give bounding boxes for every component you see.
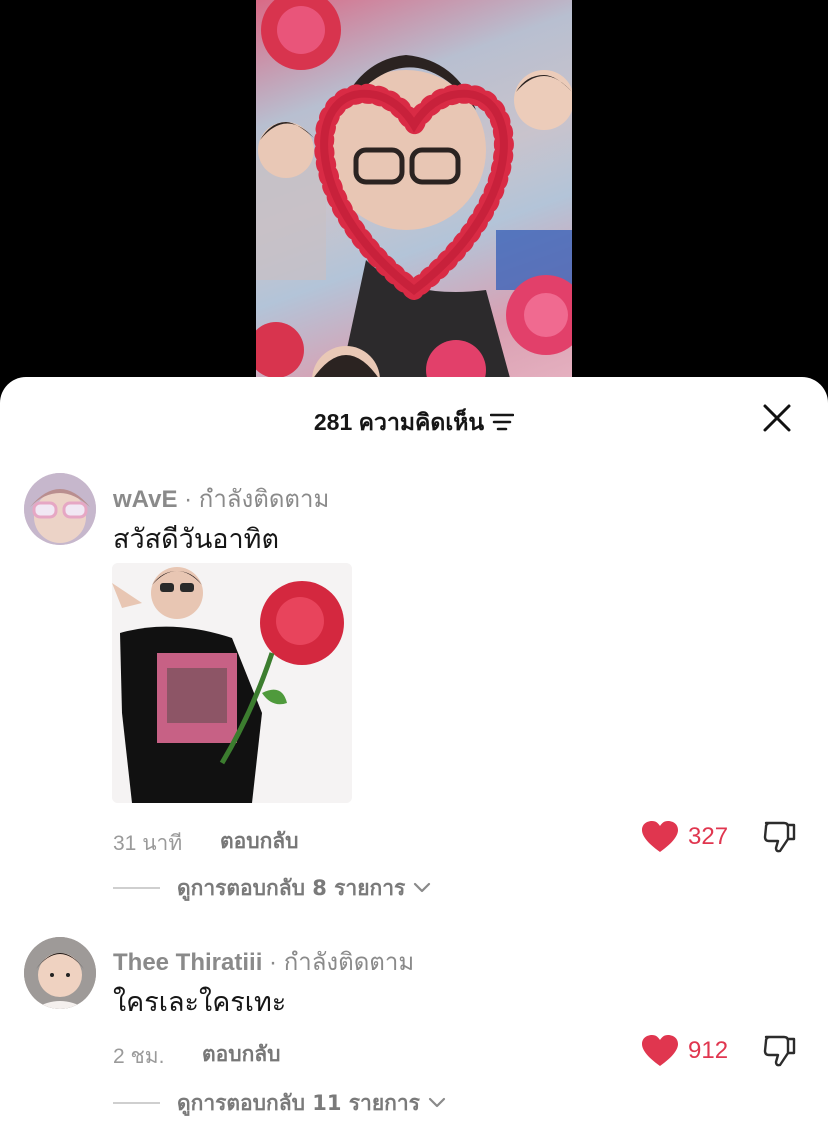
comment-time: 2 ชม. xyxy=(113,1045,165,1068)
dislike-icon[interactable] xyxy=(762,819,798,855)
chevron-down-icon xyxy=(414,882,431,893)
avatar[interactable] xyxy=(24,473,96,545)
comment-text: สวัสดีวันอาทิต xyxy=(113,524,279,555)
comment-count-label: 281 ความคิดเห็น xyxy=(313,409,485,435)
heart-icon xyxy=(642,1035,678,1066)
like-button[interactable]: 912 xyxy=(642,1034,728,1068)
dislike-icon[interactable] xyxy=(762,1033,798,1069)
comments-sheet: 281 ความคิดเห็น wAvE · กำลังติดตาม สวัสด… xyxy=(0,377,828,1145)
divider xyxy=(113,1102,160,1104)
comment-count-title: 281 ความคิดเห็น xyxy=(0,405,828,441)
avatar-image xyxy=(24,473,96,545)
author-name[interactable]: Thee Thiratiii xyxy=(113,949,262,976)
view-replies-button[interactable]: ดูการตอบกลับ 11 รายการ xyxy=(113,1088,446,1118)
heart-icon xyxy=(642,821,678,852)
close-icon[interactable] xyxy=(760,401,794,435)
filter-icon[interactable] xyxy=(490,412,515,432)
view-replies-button[interactable]: ดูการตอบกลับ 8 รายการ xyxy=(113,873,431,903)
reply-button[interactable]: ตอบกลับ xyxy=(220,825,299,858)
avatar[interactable] xyxy=(24,937,96,1009)
follow-status: · กำลังติดตาม xyxy=(262,949,415,976)
view-replies-label: ดูการตอบกลับ 8 รายการ xyxy=(177,875,406,900)
view-replies-label: ดูการตอบกลับ 11 รายการ xyxy=(177,1090,420,1115)
comment-attached-image[interactable] xyxy=(112,563,352,803)
video-artwork xyxy=(256,0,572,400)
author-name[interactable]: wAvE xyxy=(113,486,177,513)
like-count: 327 xyxy=(688,823,729,850)
video-player[interactable] xyxy=(0,0,828,400)
avatar-image xyxy=(24,937,96,1009)
comment-time: 31 นาที xyxy=(113,832,183,855)
reply-button[interactable]: ตอบกลับ xyxy=(202,1038,281,1071)
comment-image-art xyxy=(112,563,352,803)
comment-author[interactable]: wAvE · กำลังติดตาม xyxy=(113,479,329,518)
follow-status: · กำลังติดตาม xyxy=(177,486,330,513)
chevron-down-icon xyxy=(428,1097,446,1108)
like-count: 912 xyxy=(688,1037,729,1064)
comments-header: 281 ความคิดเห็น xyxy=(0,399,828,439)
divider xyxy=(113,887,160,889)
like-button[interactable]: 327 xyxy=(642,820,728,854)
comment-text: ใครเละใครเทะ xyxy=(113,987,287,1018)
video-thumbnail[interactable] xyxy=(256,0,572,400)
comment-author[interactable]: Thee Thiratiii · กำลังติดตาม xyxy=(113,942,414,981)
